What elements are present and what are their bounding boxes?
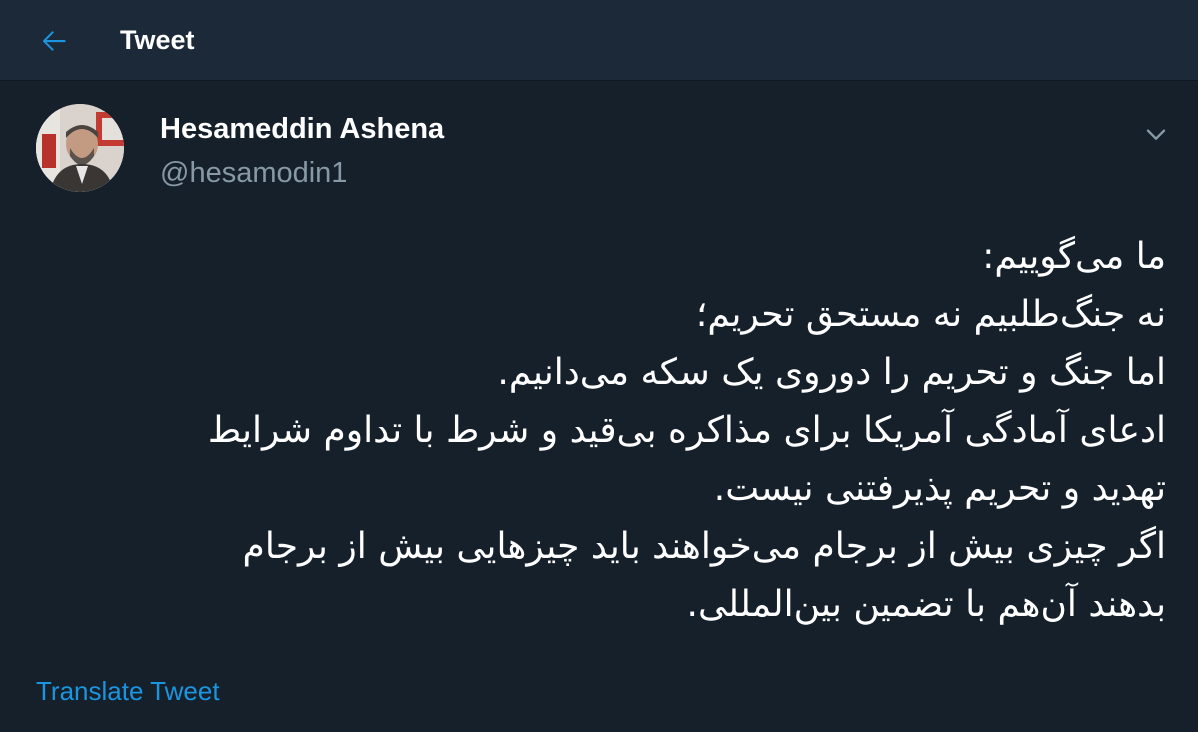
tweet-line: ما می‌گوییم: — [982, 236, 1166, 277]
profile-photo-icon — [36, 104, 124, 192]
top-bar: Tweet — [0, 0, 1198, 81]
more-options-button[interactable] — [1140, 118, 1172, 150]
translate-tweet-link[interactable]: Translate Tweet — [36, 674, 220, 708]
author-handle[interactable]: @hesamodin1 — [160, 154, 347, 192]
tweet-line: ادعای آمادگی آمریکا برای مذاکره بی‌قید و… — [207, 410, 1166, 451]
tweet-text: ما می‌گوییم: نه جنگ‌طلبیم نه مستحق تحریم… — [36, 228, 1166, 634]
author-display-name[interactable]: Hesameddin Ashena — [160, 110, 444, 148]
tweet-line: تهدید و تحریم پذیرفتنی نیست. — [713, 468, 1166, 509]
avatar[interactable] — [36, 104, 124, 192]
tweet-line: اگر چیزی بیش از برجام می‌خواهند باید چیز… — [242, 526, 1166, 567]
back-button[interactable] — [38, 25, 70, 57]
tweet-line: اما جنگ و تحریم را دوروی یک سکه می‌دانیم… — [497, 352, 1166, 393]
tweet-line: بدهند آن‌هم با تضمین بین‌المللی. — [686, 584, 1166, 625]
page-title: Tweet — [120, 25, 195, 55]
chevron-down-icon — [1146, 129, 1166, 140]
arrow-left-icon — [42, 31, 66, 51]
tweet-line: نه جنگ‌طلبیم نه مستحق تحریم؛ — [695, 294, 1166, 335]
